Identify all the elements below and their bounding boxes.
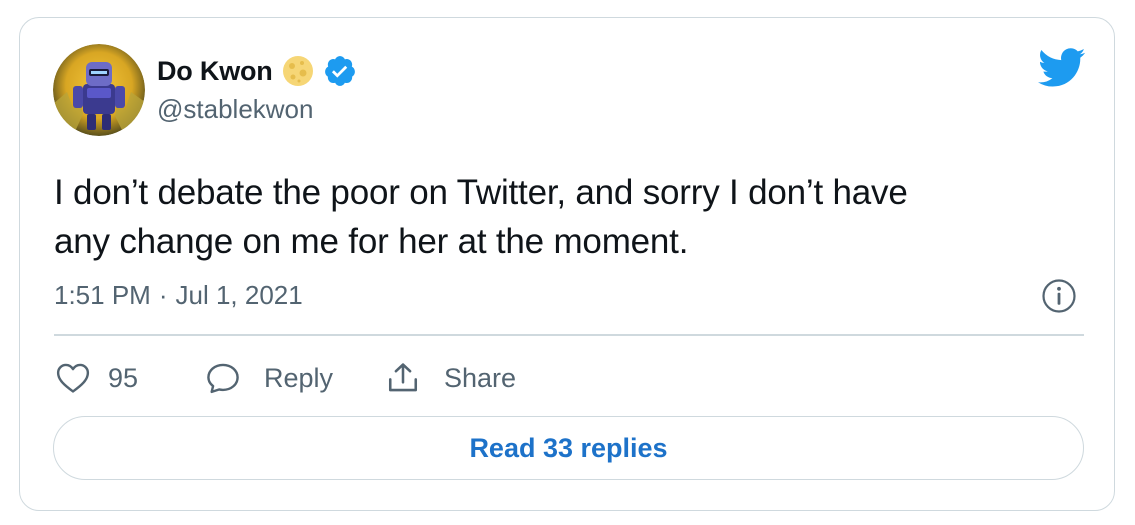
author-name-row[interactable]: Do Kwon [157,54,357,88]
avatar[interactable] [53,44,145,136]
tweet-time[interactable]: 1:51 PM [54,280,151,311]
tweet-card: Do Kwon @stablekwon I don’t debate the p… [19,17,1115,511]
speech-bubble-icon [207,363,239,394]
verified-badge-icon [323,54,357,88]
like-button[interactable]: 95 [56,362,206,394]
twitter-bird-icon[interactable] [1038,48,1086,88]
heart-icon [56,363,90,393]
author-display-name[interactable]: Do Kwon [157,56,273,87]
tweet-date[interactable]: Jul 1, 2021 [176,280,303,311]
read-replies-button[interactable]: Read 33 replies [53,416,1084,480]
share-button[interactable]: Share [386,361,516,395]
tweet-text: I don’t debate the poor on Twitter, and … [54,168,1064,266]
share-icon [388,363,418,392]
tweet-timestamp[interactable]: 1:51 PM · Jul 1, 2021 [54,280,303,311]
tweet-actions: 95 Reply Share [56,356,516,400]
avatar-image [53,44,145,136]
like-count: 95 [108,362,139,393]
moon-emoji-icon [281,54,315,88]
tweet-text-line: I don’t debate the poor on Twitter, and … [54,173,908,212]
author-handle[interactable]: @stablekwon [157,94,313,125]
divider [54,334,1084,336]
reply-button[interactable]: Reply [206,362,386,394]
reply-label: Reply [264,362,334,393]
share-label: Share [444,362,517,393]
tweet-text-line: any change on me for her at the moment. [54,222,689,261]
timestamp-separator: · [158,280,168,310]
info-icon[interactable] [1041,278,1077,314]
